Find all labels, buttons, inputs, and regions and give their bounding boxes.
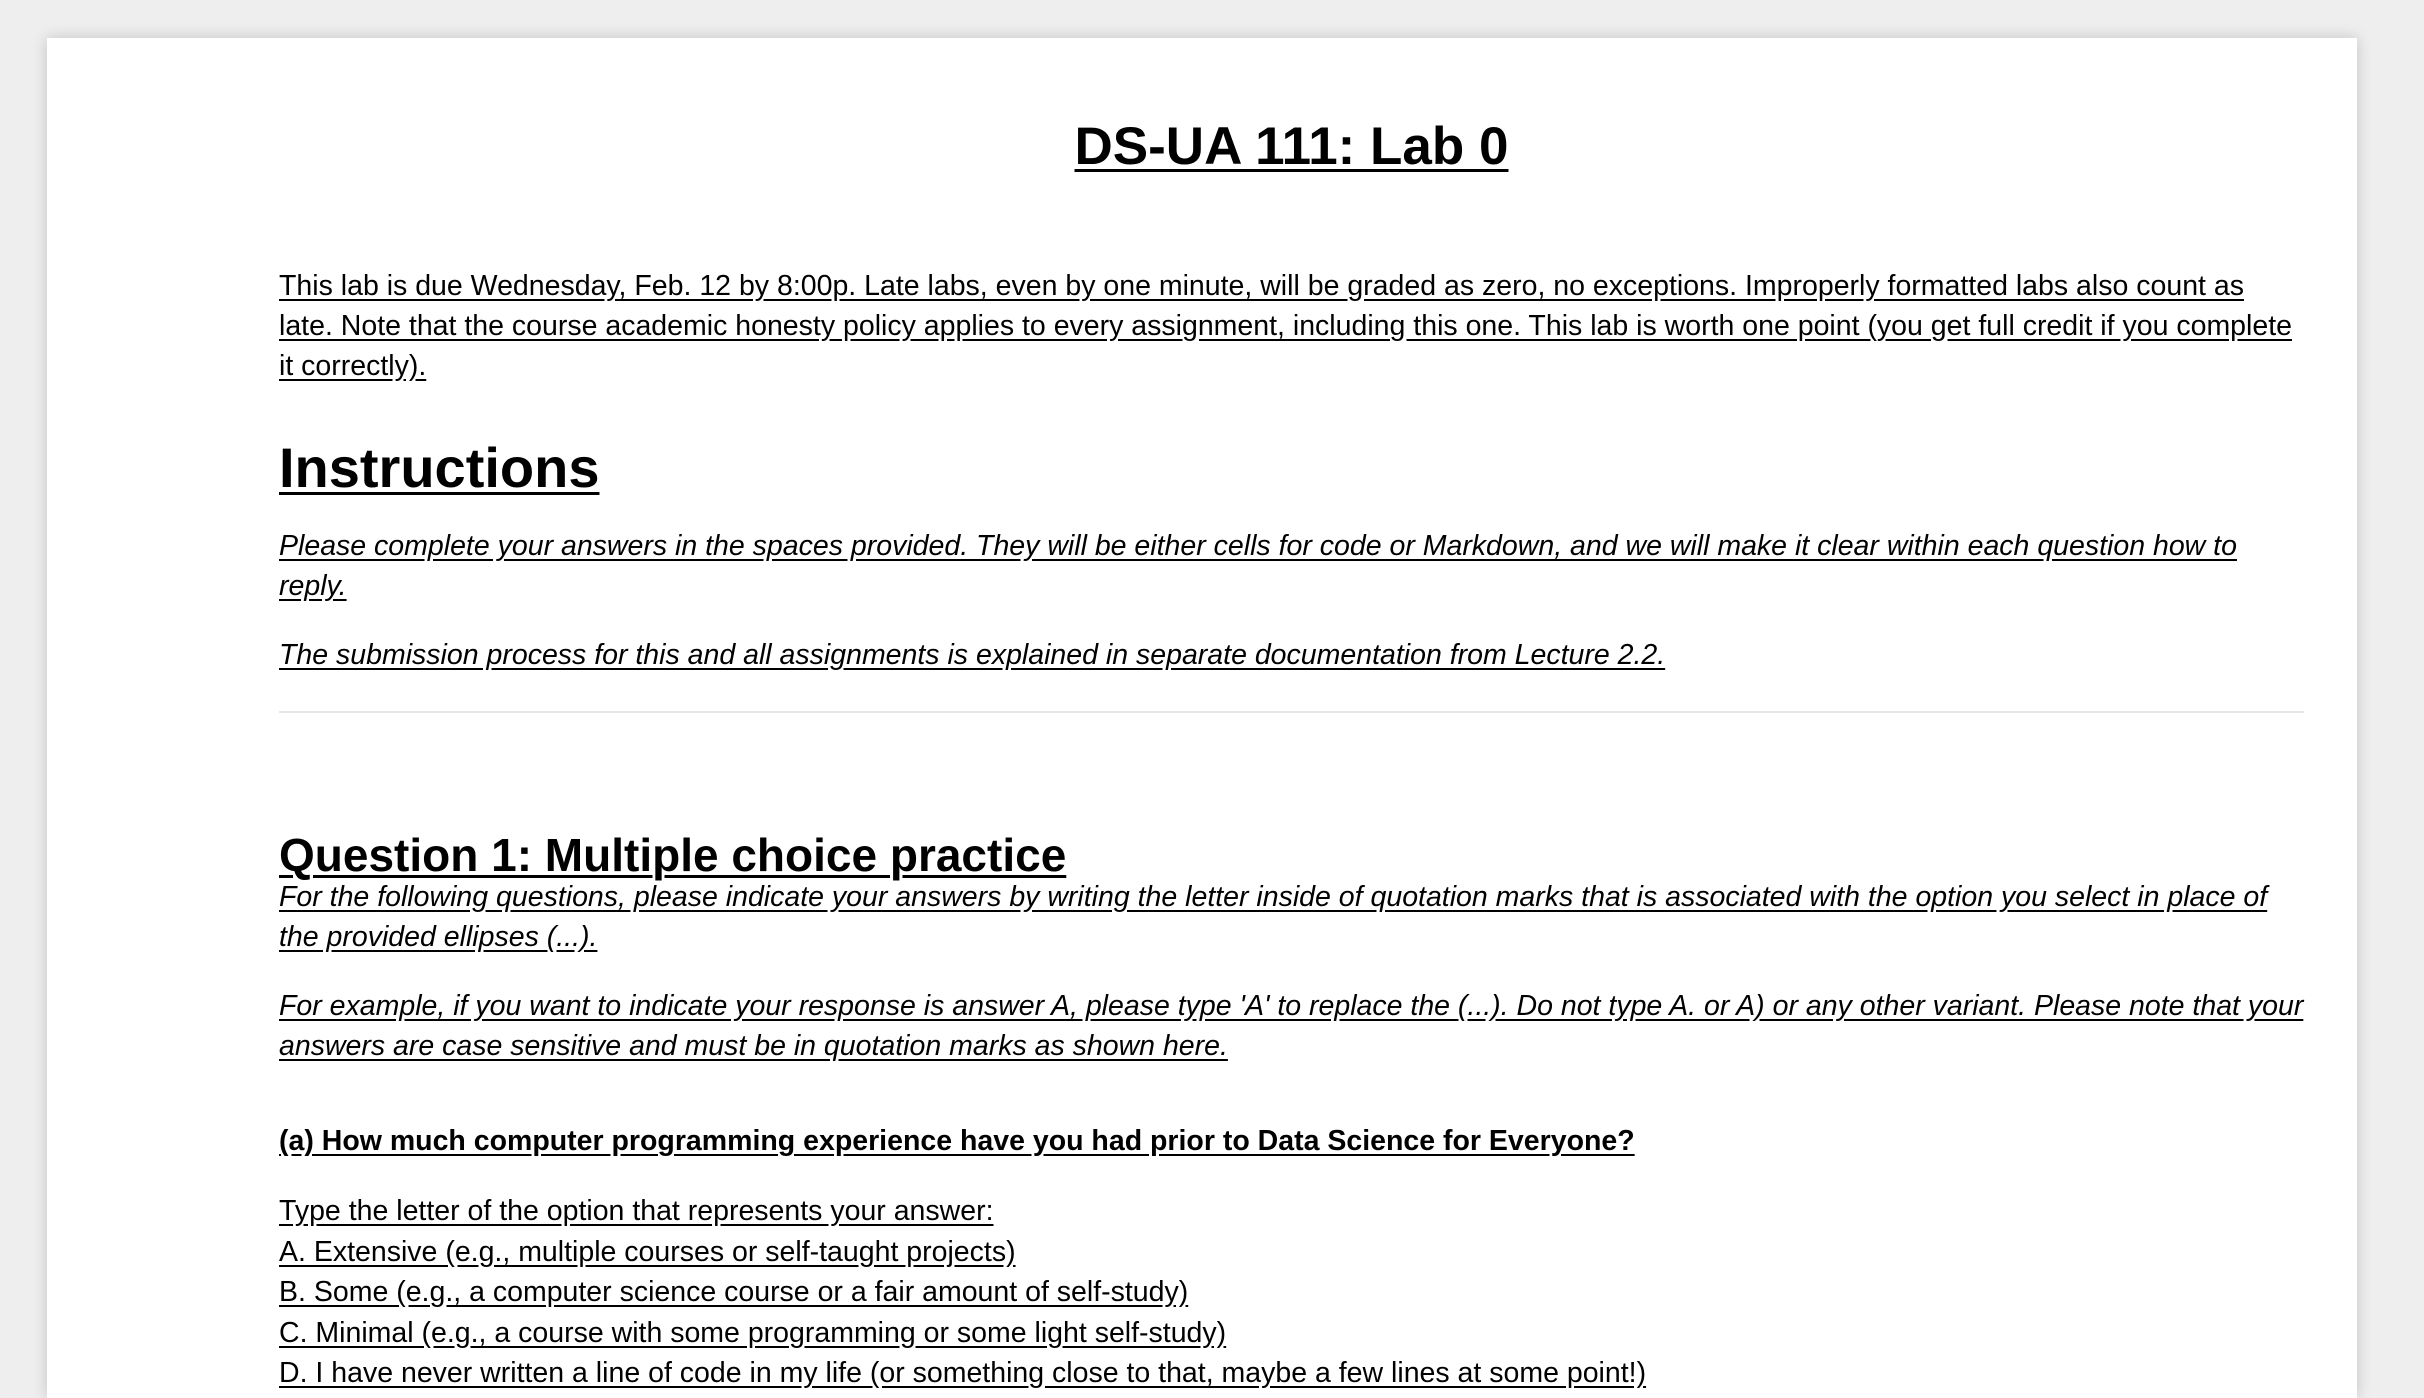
- question1-paragraph-1: For the following questions, please indi…: [279, 881, 2268, 953]
- notebook-page: DS-UA 111: Lab 0 This lab is due Wednesd…: [47, 38, 2357, 1398]
- page-title: DS-UA 111: Lab 0: [1074, 117, 1509, 176]
- option-d: D. I have never written a line of code i…: [279, 1357, 1647, 1389]
- instructions-paragraph-1: Please complete your answers in the spac…: [279, 530, 2237, 602]
- question1a-heading: (a) How much computer programming experi…: [279, 1125, 1635, 1157]
- question1a-options: Type the letter of the option that repre…: [279, 1191, 2304, 1394]
- option-a: A. Extensive (e.g., multiple courses or …: [279, 1235, 1016, 1268]
- question1a-prompt: Type the letter of the option that repre…: [279, 1195, 994, 1227]
- section-divider: [279, 711, 2304, 713]
- question1-paragraph-2: For example, if you want to indicate you…: [279, 990, 2304, 1062]
- option-c: C. Minimal (e.g., a course with some pro…: [279, 1316, 1227, 1349]
- intro-paragraph: This lab is due Wednesday, Feb. 12 by 8:…: [279, 270, 2292, 382]
- question1-heading: Question 1: Multiple choice practice: [279, 829, 1067, 881]
- instructions-paragraph-2: The submission process for this and all …: [279, 639, 1666, 671]
- option-b: B. Some (e.g., a computer science course…: [279, 1276, 1189, 1308]
- instructions-heading: Instructions: [279, 436, 600, 499]
